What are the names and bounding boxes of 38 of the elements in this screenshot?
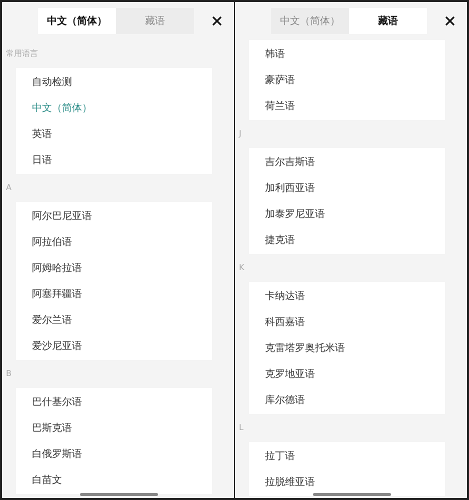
language-option[interactable]: 白苗文 [32,472,62,488]
language-tab[interactable]: 中文（简体） [38,8,116,34]
language-option[interactable]: 巴什基尔语 [32,394,82,410]
language-option[interactable]: 巴斯克语 [32,420,72,436]
language-option[interactable]: 爱尔兰语 [32,312,72,328]
language-option[interactable]: 爱沙尼亚语 [32,338,82,354]
language-option[interactable]: 自动检测 [32,74,72,90]
language-option[interactable]: 日语 [32,152,52,168]
language-option[interactable]: 韩语 [265,46,285,62]
language-option[interactable]: 克雷塔罗奥托米语 [265,340,345,356]
language-option[interactable]: 豪萨语 [265,72,295,88]
language-option[interactable]: 拉脱维亚语 [265,474,315,490]
language-option[interactable]: 拉丁语 [265,448,295,464]
language-option[interactable]: 加泰罗尼亚语 [265,206,325,222]
section-header: K [239,262,244,274]
section-header: J [239,128,242,140]
language-option[interactable]: 科西嘉语 [265,314,305,330]
language-option[interactable]: 阿姆哈拉语 [32,260,82,276]
language-option[interactable]: 英语 [32,126,52,142]
section-header: 常用语言 [6,48,38,60]
language-option[interactable]: 阿尔巴尼亚语 [32,208,92,224]
language-option[interactable]: 克罗地亚语 [265,366,315,382]
language-option[interactable]: 阿塞拜疆语 [32,286,82,302]
language-option[interactable]: 阿拉伯语 [32,234,72,250]
section-header: A [6,182,12,194]
language-option[interactable]: 库尔德语 [265,392,305,408]
section-header: B [6,368,12,380]
language-option[interactable]: 荷兰语 [265,98,295,114]
close-icon[interactable] [445,16,455,26]
language-option[interactable]: 中文（简体） [32,100,92,116]
language-option[interactable]: 吉尔吉斯语 [265,154,315,170]
section-header: L [239,422,244,434]
language-option[interactable]: 白俄罗斯语 [32,446,82,462]
language-option[interactable]: 卡纳达语 [265,288,305,304]
language-tab[interactable]: 藏语 [349,8,427,34]
language-option[interactable]: 加利西亚语 [265,180,315,196]
close-icon[interactable] [212,16,222,26]
language-option[interactable]: 捷克语 [265,232,295,248]
